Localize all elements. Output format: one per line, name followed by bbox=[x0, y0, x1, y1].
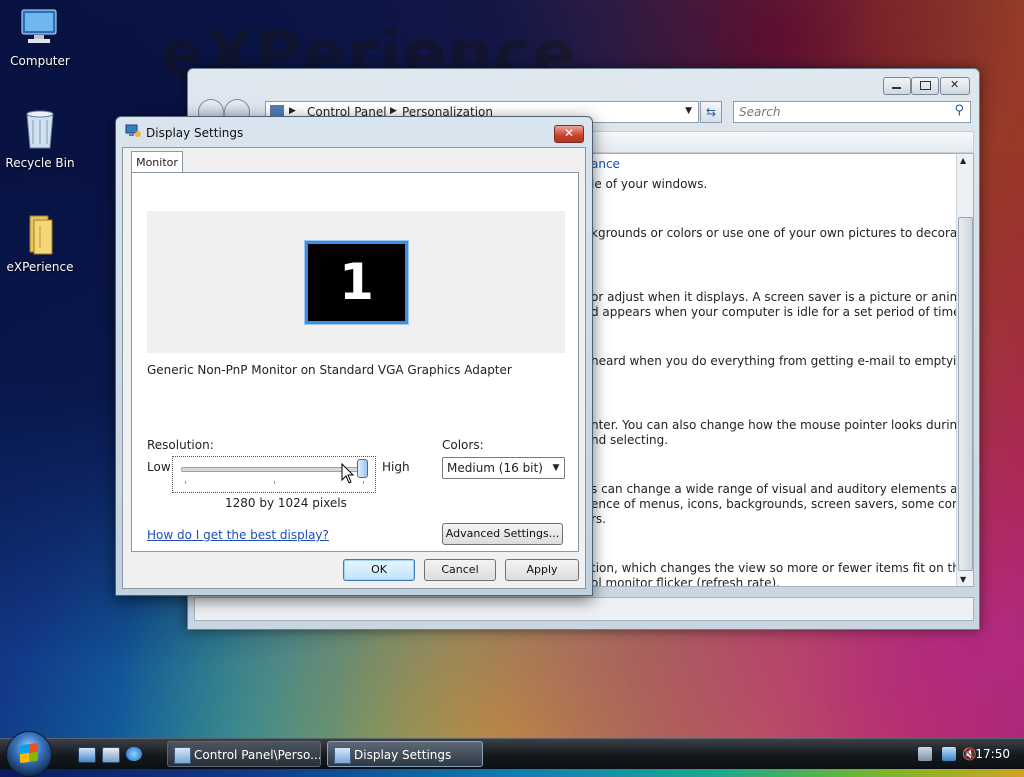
desktop-icon-computer[interactable]: Computer bbox=[0, 6, 80, 68]
maximize-icon bbox=[920, 81, 931, 90]
content-line: ol monitor flicker (refresh rate). bbox=[591, 576, 780, 587]
colors-label: Colors: bbox=[442, 438, 484, 452]
desktop-icon-label: eXPerience bbox=[6, 260, 74, 274]
minimize-button[interactable] bbox=[883, 77, 911, 95]
monitor-tab-panel: 1 Generic Non-PnP Monitor on Standard VG… bbox=[131, 172, 579, 552]
dialog-title: Display Settings bbox=[146, 126, 244, 140]
dialog-body: Monitor 1 Generic Non-PnP Monitor on Sta… bbox=[122, 147, 586, 589]
show-desktop-icon[interactable] bbox=[78, 747, 96, 763]
slider-tick bbox=[185, 481, 186, 484]
taskbar-button-label: Control Panel\Perso... bbox=[194, 748, 321, 762]
close-button[interactable]: ✕ bbox=[940, 77, 970, 95]
network-tray-icon[interactable] bbox=[942, 747, 956, 761]
content-line: nd selecting. bbox=[591, 433, 669, 447]
resolution-low-label: Low bbox=[147, 460, 171, 474]
monitor-arrangement-area: 1 bbox=[147, 211, 565, 353]
internet-explorer-icon[interactable] bbox=[126, 747, 142, 761]
volume-muted-icon[interactable]: 🔇 bbox=[962, 747, 977, 761]
ok-button[interactable]: OK bbox=[343, 559, 415, 581]
minimize-icon bbox=[892, 87, 901, 89]
taskbar-button-control-panel[interactable]: Control Panel\Perso... bbox=[167, 741, 321, 767]
content-line: ence of menus, icons, backgrounds, scree… bbox=[591, 497, 974, 511]
monitor-description: Generic Non-PnP Monitor on Standard VGA … bbox=[147, 363, 512, 377]
content-line: le of your windows. bbox=[591, 177, 708, 191]
chevron-down-icon: ▼ bbox=[552, 463, 560, 473]
desktop-icon-experience[interactable]: eXPerience bbox=[0, 212, 80, 274]
search-icon[interactable]: ⚲ bbox=[954, 103, 964, 118]
search-placeholder: Search bbox=[739, 105, 781, 119]
display-settings-icon bbox=[334, 747, 351, 764]
display-settings-dialog: Display Settings ✕ Monitor 1 Generic Non… bbox=[115, 116, 593, 596]
scroll-up-icon[interactable]: ▲ bbox=[960, 156, 966, 165]
slider-thumb[interactable] bbox=[357, 459, 368, 478]
tab-monitor[interactable]: Monitor bbox=[131, 151, 183, 174]
breadcrumb-separator-icon: ▶ bbox=[390, 106, 397, 116]
slider-track bbox=[181, 467, 365, 472]
switch-windows-icon[interactable] bbox=[102, 747, 120, 763]
content-line: d appears when your computer is idle for… bbox=[591, 305, 965, 319]
scroll-down-icon[interactable]: ▼ bbox=[960, 575, 966, 584]
start-button[interactable] bbox=[6, 731, 52, 777]
security-tray-icon[interactable] bbox=[918, 747, 932, 761]
taskbar-button-display-settings[interactable]: Display Settings bbox=[327, 741, 483, 767]
dialog-close-button[interactable]: ✕ bbox=[554, 125, 584, 143]
desktop-icon-recycle-bin[interactable]: Recycle Bin bbox=[0, 108, 80, 170]
address-dropdown-icon[interactable]: ▼ bbox=[685, 106, 692, 116]
slider-tick bbox=[363, 481, 364, 484]
status-bar bbox=[194, 597, 974, 621]
monitor-1-tile[interactable]: 1 bbox=[305, 241, 408, 324]
desktop-icon-label: Computer bbox=[10, 54, 70, 68]
clock[interactable]: 17:50 bbox=[975, 747, 1010, 761]
breadcrumb-separator-icon: ▶ bbox=[289, 106, 296, 116]
content-heading: ance bbox=[591, 157, 620, 171]
scrollbar-thumb[interactable] bbox=[958, 217, 973, 571]
close-icon: ✕ bbox=[950, 78, 960, 91]
content-line: kgrounds or colors or use one of your ow… bbox=[591, 226, 970, 240]
display-settings-icon bbox=[125, 124, 141, 138]
colors-selected-value: Medium (16 bit) bbox=[447, 461, 543, 475]
vertical-scrollbar[interactable]: ▲ ▼ bbox=[956, 154, 973, 586]
refresh-icon: ⇆ bbox=[705, 105, 717, 119]
content-line: rs. bbox=[591, 512, 606, 526]
refresh-button[interactable]: ⇆ bbox=[700, 101, 722, 123]
resolution-label: Resolution: bbox=[147, 438, 214, 452]
advanced-settings-button[interactable]: Advanced Settings... bbox=[442, 523, 563, 545]
content-line: nter. You can also change how the mouse … bbox=[591, 418, 965, 432]
colors-select[interactable]: Medium (16 bit) ▼ bbox=[442, 457, 565, 479]
maximize-button[interactable] bbox=[911, 77, 939, 95]
folder-icon bbox=[18, 212, 62, 256]
best-display-help-link[interactable]: How do I get the best display? bbox=[147, 528, 329, 542]
apply-button[interactable]: Apply bbox=[505, 559, 579, 581]
content-line: s can change a wide range of visual and … bbox=[591, 482, 974, 496]
content-line: heard when you do everything from gettin… bbox=[591, 354, 972, 368]
content-line: tion, which changes the view so more or … bbox=[591, 561, 968, 575]
desktop-icon-label: Recycle Bin bbox=[5, 156, 75, 170]
recycle-bin-icon bbox=[18, 108, 62, 152]
control-panel-icon bbox=[174, 747, 191, 764]
cancel-button[interactable]: Cancel bbox=[424, 559, 496, 581]
slider-tick bbox=[274, 481, 275, 484]
resolution-high-label: High bbox=[382, 460, 410, 474]
resolution-value: 1280 by 1024 pixels bbox=[225, 496, 347, 510]
close-icon: ✕ bbox=[563, 126, 575, 140]
mouse-cursor-icon bbox=[341, 462, 355, 488]
computer-icon bbox=[18, 6, 62, 50]
taskbar-button-label: Display Settings bbox=[354, 748, 452, 762]
taskbar: Control Panel\Perso... Display Settings … bbox=[0, 731, 1024, 777]
content-line: or adjust when it displays. A screen sav… bbox=[591, 290, 974, 304]
windows-logo-icon bbox=[20, 742, 38, 764]
search-box[interactable]: Search ⚲ bbox=[733, 101, 971, 123]
